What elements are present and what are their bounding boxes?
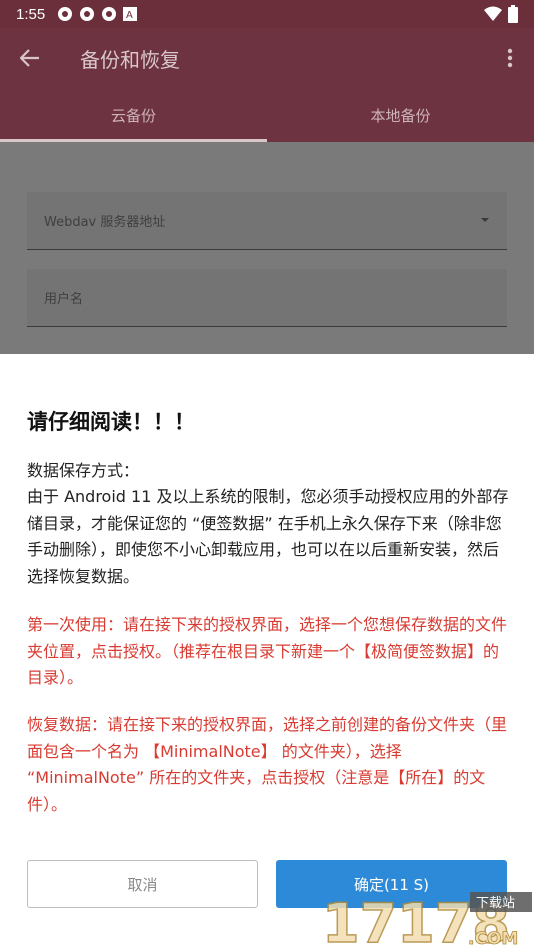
notification-icons: A — [57, 6, 138, 22]
status-time: 1:55 — [16, 5, 46, 23]
backup-form: Webdav 服务器地址 用户名 — [0, 142, 534, 354]
server-address-label: Webdav 服务器地址 — [44, 215, 166, 230]
username-field[interactable]: 用户名 — [27, 269, 507, 327]
notification-icon — [80, 7, 95, 21]
storage-method-heading: 数据保存方式： — [27, 461, 140, 480]
notification-icon — [102, 7, 117, 21]
status-bar: 1:55 A — [0, 0, 534, 28]
more-options-icon[interactable] — [486, 48, 534, 68]
app-bar: 备份和恢复 — [0, 28, 534, 88]
svg-text:下载站: 下载站 — [476, 896, 515, 911]
tab-local-backup[interactable]: 本地备份 — [267, 88, 534, 142]
notification-icon — [58, 7, 73, 21]
wifi-icon — [484, 6, 502, 21]
site-watermark: 17178 下载站 .COM — [310, 886, 534, 950]
svg-text:A: A — [126, 10, 133, 21]
back-arrow-icon[interactable] — [0, 49, 60, 67]
dialog-title: 请仔细阅读！！！ — [27, 410, 195, 434]
svg-text:.COM: .COM — [468, 929, 518, 949]
battery-icon — [508, 5, 518, 23]
restore-data-text: 恢复数据：请在接下来的授权界面，选择之前创建的备份文件夹（里面包含一个名为 【M… — [27, 715, 508, 814]
username-label: 用户名 — [44, 292, 84, 307]
system-icons — [484, 5, 518, 23]
page-title: 备份和恢复 — [80, 47, 180, 72]
server-address-field[interactable]: Webdav 服务器地址 — [27, 192, 507, 250]
tab-bar: 云备份 本地备份 — [0, 88, 534, 142]
storage-method-text: 由于 Android 11 及以上系统的限制，您必须手动授权应用的外部存储目录，… — [27, 487, 509, 586]
dropdown-caret-icon — [481, 218, 489, 222]
a-icon: A — [123, 7, 138, 21]
read-carefully-dialog: 请仔细阅读！！！ 数据保存方式： 由于 Android 11 及以上系统的限制，… — [0, 354, 534, 950]
tab-cloud-backup[interactable]: 云备份 — [0, 88, 267, 142]
cancel-button[interactable]: 取消 — [27, 860, 258, 908]
first-use-text: 第一次使用：请在接下来的授权界面，选择一个您想保存数据的文件夹位置，点击授权。（… — [27, 615, 508, 687]
